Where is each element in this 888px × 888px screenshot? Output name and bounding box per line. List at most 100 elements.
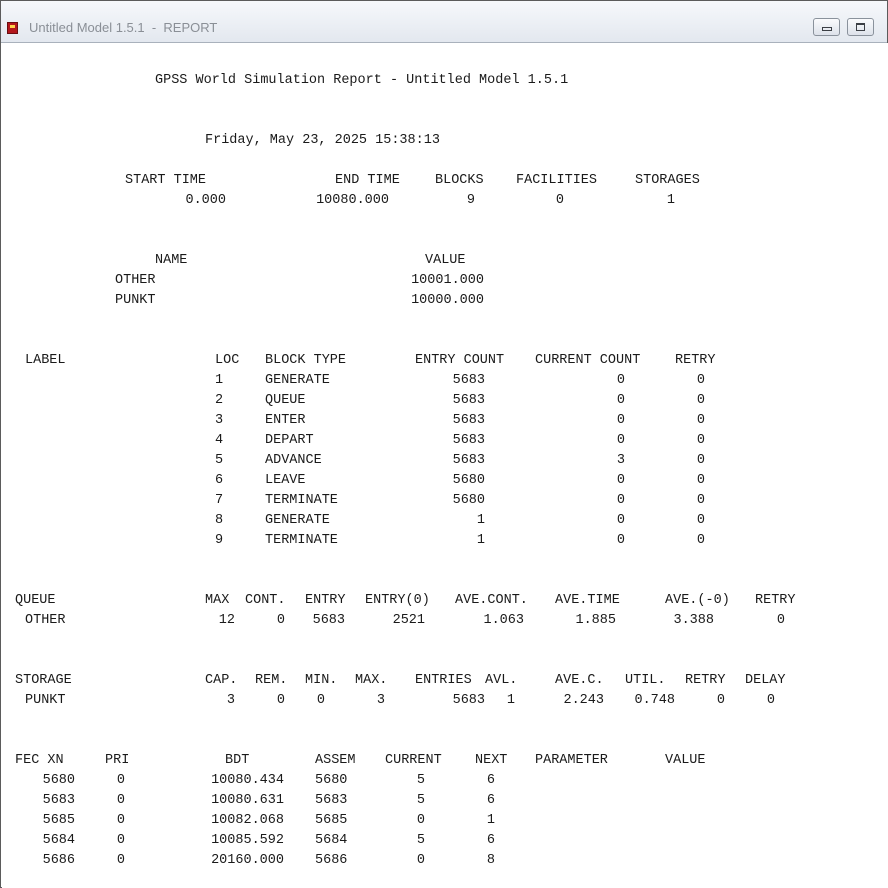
storage-row-cell: 0.748 (634, 693, 675, 708)
queue-header: ENTRY(0) (365, 593, 430, 608)
storage-header: STORAGE (15, 673, 72, 688)
storage-header: AVL. (485, 673, 518, 688)
report-content[interactable]: GPSS World Simulation Report - Untitled … (2, 43, 888, 888)
block-row-cell: 3 (616, 453, 625, 468)
blocks-header: LABEL (25, 353, 66, 368)
fec-row-cell: 10082.068 (211, 813, 284, 828)
fec-row-cell: 0 (116, 853, 125, 868)
value-cell: 10000.000 (411, 293, 484, 308)
fec-row-cell: 0 (116, 813, 125, 828)
storage-header: MAX. (355, 673, 388, 688)
maximize-button[interactable] (847, 18, 874, 36)
fec-row-cell: 0 (416, 813, 425, 828)
fec-row-cell: 5 (416, 793, 425, 808)
block-row-cell: 0 (696, 413, 705, 428)
queue-row-cell: OTHER (25, 613, 66, 628)
storage-row-cell: 3 (376, 693, 385, 708)
fec-row-cell: 5680 (42, 773, 75, 788)
fec-row-cell: 5684 (315, 833, 348, 848)
fec-row-cell: 0 (116, 793, 125, 808)
block-row-cell: 0 (616, 373, 625, 388)
names-header-value: VALUE (425, 253, 466, 268)
block-row-cell: 1 (215, 373, 224, 388)
fec-row-cell: 1 (486, 813, 495, 828)
blocks-header: RETRY (675, 353, 716, 368)
gpss-app-icon (7, 22, 18, 34)
fec-header: ASSEM (315, 753, 356, 768)
storage-header: RETRY (685, 673, 726, 688)
block-row-cell: DEPART (265, 433, 314, 448)
queue-header: MAX (205, 593, 230, 608)
block-row-cell: 5683 (452, 413, 485, 428)
block-row-cell: 0 (616, 473, 625, 488)
block-row-cell: TERMINATE (265, 493, 338, 508)
storage-header: UTIL. (625, 673, 666, 688)
block-row-cell: 0 (696, 453, 705, 468)
fec-row-cell: 5685 (42, 813, 75, 828)
block-row-cell: 5683 (452, 393, 485, 408)
block-row-cell: QUEUE (265, 393, 306, 408)
fec-row-cell: 6 (486, 773, 495, 788)
queue-header: AVE.CONT. (455, 593, 528, 608)
fec-row-cell: 5684 (42, 833, 75, 848)
block-row-cell: 5 (215, 453, 224, 468)
storage-row-cell: PUNKT (25, 693, 66, 708)
fec-row-cell: 20160.000 (211, 853, 284, 868)
queue-row-cell: 3.388 (673, 613, 714, 628)
block-row-cell: 5680 (452, 473, 485, 488)
queue-row-cell: 0 (276, 613, 285, 628)
storage-row-cell: 3 (226, 693, 235, 708)
fec-row-cell: 5 (416, 833, 425, 848)
summary-value: 0 (555, 193, 564, 208)
fec-row-cell: 5686 (42, 853, 75, 868)
fec-row-cell: 0 (416, 853, 425, 868)
block-row-cell: 0 (696, 433, 705, 448)
block-row-cell: 0 (616, 513, 625, 528)
block-row-cell: 5680 (452, 493, 485, 508)
queue-row-cell: 12 (218, 613, 235, 628)
storage-header: AVE.C. (555, 673, 604, 688)
block-row-cell: 0 (616, 433, 625, 448)
fec-header: NEXT (475, 753, 508, 768)
storage-row-cell: 0 (766, 693, 775, 708)
queue-row-cell: 5683 (312, 613, 345, 628)
block-row-cell: 2 (215, 393, 224, 408)
fec-row-cell: 5683 (315, 793, 348, 808)
block-row-cell: LEAVE (265, 473, 306, 488)
block-row-cell: 5683 (452, 373, 485, 388)
window-title: Untitled Model 1.5.1 - REPORT (29, 20, 218, 35)
block-row-cell: ENTER (265, 413, 306, 428)
fec-row-cell: 5686 (315, 853, 348, 868)
summary-header: START TIME (125, 173, 207, 188)
summary-header: BLOCKS (435, 173, 484, 188)
block-row-cell: 5683 (452, 453, 485, 468)
fec-row-cell: 5683 (42, 793, 75, 808)
summary-header: END TIME (335, 173, 400, 188)
names-header-name: NAME (155, 253, 188, 268)
fec-row-cell: 5685 (315, 813, 348, 828)
storage-header: CAP. (205, 673, 238, 688)
fec-header: PARAMETER (535, 753, 608, 768)
block-row-cell: 4 (215, 433, 224, 448)
block-row-cell: 0 (696, 373, 705, 388)
title-bar[interactable]: Untitled Model 1.5.1 - REPORT (1, 1, 887, 43)
block-row-cell: 0 (616, 533, 625, 548)
block-row-cell: 0 (616, 493, 625, 508)
queue-row-cell: 2521 (392, 613, 425, 628)
summary-value: 1 (666, 193, 675, 208)
block-row-cell: TERMINATE (265, 533, 338, 548)
storage-row-cell: 1 (506, 693, 515, 708)
name-cell: PUNKT (115, 293, 156, 308)
fec-row-cell: 10085.592 (211, 833, 284, 848)
block-row-cell: 0 (616, 413, 625, 428)
queue-header: CONT. (245, 593, 286, 608)
storage-row-cell: 0 (716, 693, 725, 708)
storage-row-cell: 0 (276, 693, 285, 708)
storage-header: ENTRIES (415, 673, 472, 688)
fec-row-cell: 6 (486, 793, 495, 808)
block-row-cell: 0 (616, 393, 625, 408)
value-cell: 10001.000 (411, 273, 484, 288)
block-row-cell: 0 (696, 393, 705, 408)
summary-value: 0.000 (185, 193, 226, 208)
minimize-button[interactable] (813, 18, 840, 36)
